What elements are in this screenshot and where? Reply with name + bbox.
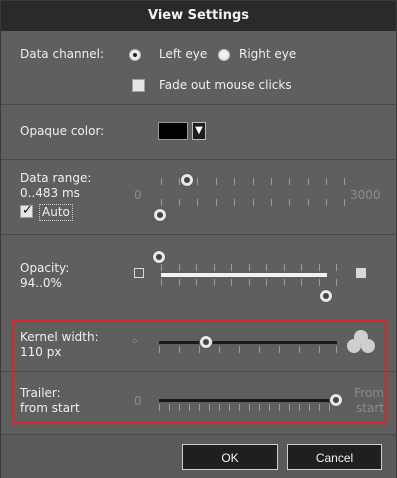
transparent-square-icon [134,268,144,278]
opacity-low-knob[interactable] [152,250,166,264]
opacity-high-knob[interactable] [319,289,333,303]
left-eye-label[interactable]: Left eye [159,47,207,62]
data-range-low-knob[interactable] [153,208,167,222]
opaque-square-icon [356,268,366,278]
fade-out-label[interactable]: Fade out mouse clicks [159,78,292,93]
left-eye-radio[interactable] [129,49,141,61]
auto-checkbox[interactable]: ✓ [20,203,33,218]
data-channel-section: Data channel: Left eye Right eye Fade ou… [1,31,396,104]
data-range-value: 0..483 ms [20,186,80,200]
button-bar: OK Cancel [1,434,396,478]
data-range-max-label: 3000 [350,188,381,202]
auto-label[interactable]: Auto [39,204,73,221]
opacity-ticks-top [161,264,337,271]
data-range-ticks-bottom [161,199,345,206]
chevron-down-icon: ▼ [195,125,203,136]
dialog-title: View Settings [1,1,396,31]
opacity-track[interactable] [161,273,327,277]
data-range-high-knob[interactable] [180,173,194,187]
data-range-section: Data range: 0..483 ms ✓ Auto 0 3000 [1,159,396,235]
highlight-frame [12,320,387,424]
opaque-color-label: Opaque color: [20,124,105,138]
right-eye-label[interactable]: Right eye [239,47,296,62]
data-range-min-label: 0 [134,188,142,202]
opacity-value: 94..0% [20,276,62,290]
data-channel-label: Data channel: [20,47,104,61]
ok-button[interactable]: OK [182,444,278,470]
opaque-color-section: Opaque color: ▼ [1,104,396,160]
opaque-color-dropdown-button[interactable]: ▼ [192,122,206,140]
checkmark-icon: ✓ [22,203,33,218]
opaque-color-swatch[interactable] [158,122,188,140]
right-eye-radio[interactable] [218,49,230,61]
opacity-section: Opacity: 94..0% [1,234,396,317]
opacity-label: Opacity: [20,261,70,275]
fade-out-checkbox[interactable] [132,79,145,92]
data-range-label: Data range: [20,171,92,185]
cancel-button[interactable]: Cancel [287,444,382,470]
view-settings-dialog: View Settings Data channel: Left eye Rig… [0,0,397,478]
opacity-ticks-bottom [161,279,337,286]
